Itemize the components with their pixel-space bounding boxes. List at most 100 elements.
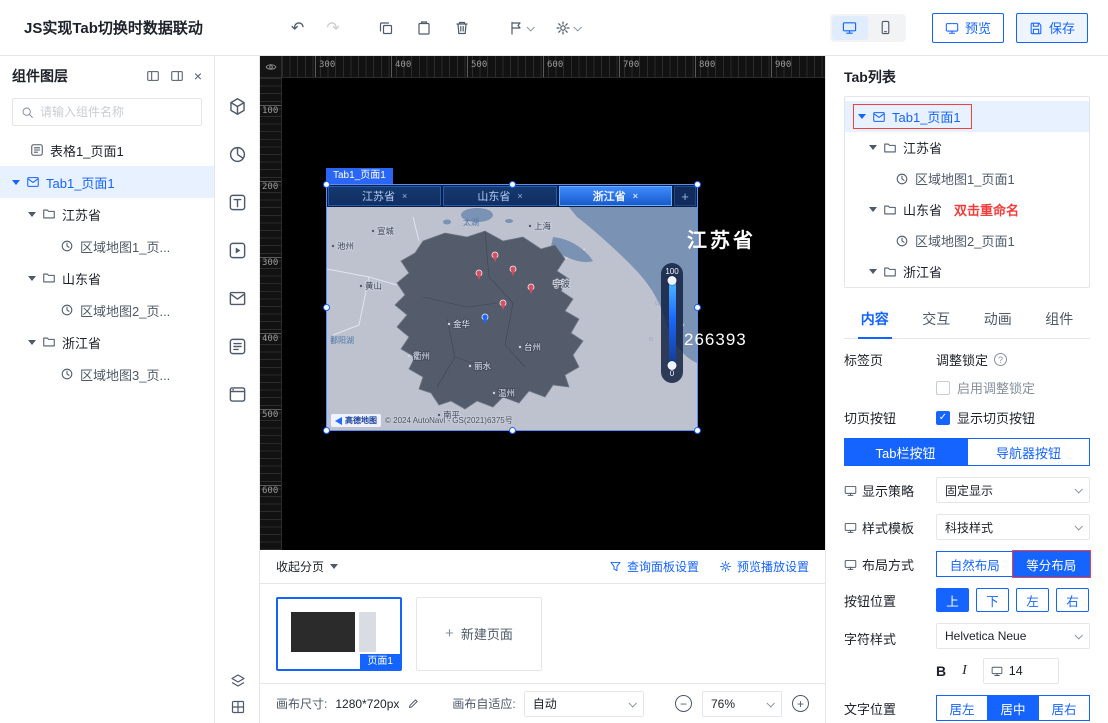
search-input[interactable] xyxy=(40,105,193,119)
navigator-button-option[interactable]: 导航器按钮 xyxy=(967,438,1090,466)
tab-interaction[interactable]: 交互 xyxy=(906,300,968,338)
zoom-in-button[interactable]: + xyxy=(792,695,809,712)
dock-right-icon[interactable] xyxy=(170,69,184,83)
caret-down-icon[interactable] xyxy=(858,114,866,119)
position-right-button[interactable]: 右 xyxy=(1056,588,1089,612)
style-template-select[interactable]: 科技样式 xyxy=(936,514,1090,540)
preview-button[interactable]: 预览 xyxy=(931,12,1004,43)
caret-down-icon[interactable] xyxy=(12,179,20,185)
save-button[interactable]: 保存 xyxy=(1015,12,1088,43)
tab-tree-item-tab1[interactable]: Tab1_页面1 xyxy=(845,101,1089,132)
caret-down-icon[interactable] xyxy=(869,207,877,212)
zoom-out-button[interactable]: − xyxy=(675,695,692,712)
close-panel-button[interactable]: × xyxy=(194,69,202,83)
undo-button[interactable]: ↶ xyxy=(291,18,304,38)
close-icon[interactable]: × xyxy=(402,191,407,201)
layout-natural-button[interactable]: 自然布局 xyxy=(936,551,1014,577)
tab-component[interactable]: 组件 xyxy=(1029,300,1091,338)
bold-button[interactable]: B xyxy=(936,663,946,679)
close-icon[interactable]: × xyxy=(517,191,522,201)
layout-equal-button[interactable]: 等分布局 xyxy=(1011,550,1091,578)
resize-handle[interactable] xyxy=(694,181,701,188)
dock-left-icon[interactable] xyxy=(146,69,160,83)
position-left-button[interactable]: 左 xyxy=(1016,588,1049,612)
tree-item-jiangsu[interactable]: 江苏省 xyxy=(0,198,214,230)
tree-item-map1[interactable]: 区域地图1_页... xyxy=(0,230,214,262)
canvas-tab-shandong[interactable]: 山东省 × xyxy=(443,186,557,206)
help-icon[interactable]: ? xyxy=(994,353,1008,366)
canvas-fit-select[interactable]: 自动 xyxy=(523,690,644,717)
tab-tree-item-map2[interactable]: 区域地图2_页面1 xyxy=(845,225,1089,256)
resize-handle[interactable] xyxy=(694,427,701,434)
resize-handle[interactable] xyxy=(508,427,516,434)
container-tool-button[interactable] xyxy=(215,370,260,418)
position-top-button[interactable]: 上 xyxy=(936,588,969,612)
tree-item-map2[interactable]: 区域地图2_页... xyxy=(0,294,214,326)
form-tool-button[interactable] xyxy=(215,322,260,370)
copy-button[interactable] xyxy=(378,20,394,36)
legend-knob-bottom[interactable] xyxy=(667,361,677,370)
caret-down-icon[interactable] xyxy=(28,339,36,345)
text-component-province[interactable]: 江苏省 xyxy=(687,224,756,253)
tree-item-zhejiang[interactable]: 浙江省 xyxy=(0,326,214,358)
caret-down-icon[interactable] xyxy=(28,211,36,217)
design-canvas[interactable]: Tab1_页面1 江苏省 × 山东省 × 浙江省 × + 太湖 宣城 池州 上海… xyxy=(282,78,825,550)
tab-tree-item-jiangsu[interactable]: 江苏省 xyxy=(845,132,1089,163)
paste-button[interactable] xyxy=(416,20,432,36)
grid-icon[interactable] xyxy=(230,699,246,715)
shape-tool-button[interactable] xyxy=(215,82,260,130)
tab-tree-item-zhejiang[interactable]: 浙江省 xyxy=(845,256,1089,287)
tree-item-table1[interactable]: 表格1_页面1 xyxy=(0,134,214,166)
chart-tool-button[interactable] xyxy=(215,130,260,178)
caret-down-icon[interactable] xyxy=(869,269,877,274)
resize-handle[interactable] xyxy=(323,427,330,434)
align-right-button[interactable]: 居右 xyxy=(1038,695,1090,721)
delete-button[interactable] xyxy=(454,20,470,36)
flag-dropdown-button[interactable] xyxy=(508,20,535,36)
text-component-value[interactable]: 266393 xyxy=(684,330,747,350)
zoom-select[interactable]: 76% xyxy=(702,690,782,717)
tab-content[interactable]: 内容 xyxy=(844,300,906,339)
eye-icon[interactable] xyxy=(265,61,277,73)
resize-handle[interactable] xyxy=(323,181,330,188)
align-left-button[interactable]: 居左 xyxy=(936,695,988,721)
legend-knob-top[interactable] xyxy=(667,276,677,285)
preview-play-settings-button[interactable]: 预览播放设置 xyxy=(719,558,809,575)
tree-item-map3[interactable]: 区域地图3_页... xyxy=(0,358,214,390)
tab-bar-button-option[interactable]: Tab栏按钮 xyxy=(844,438,967,466)
resize-handle[interactable] xyxy=(694,304,701,311)
tab-tree-item-map1[interactable]: 区域地图1_页面1 xyxy=(845,163,1089,194)
canvas-tab-zhejiang[interactable]: 浙江省 × xyxy=(558,186,672,206)
tab-animation[interactable]: 动画 xyxy=(967,300,1029,338)
query-panel-settings-button[interactable]: 查询面板设置 xyxy=(609,558,699,575)
media-tool-button[interactable] xyxy=(215,226,260,274)
settings-dropdown-button[interactable] xyxy=(555,20,582,36)
enable-adjust-lock-checkbox[interactable] xyxy=(936,380,950,395)
align-center-button[interactable]: 居中 xyxy=(987,695,1039,721)
tab-tree-item-shandong[interactable]: 山东省 双击重命名 xyxy=(845,194,1089,225)
resize-handle[interactable] xyxy=(508,181,516,188)
text-tool-button[interactable] xyxy=(215,178,260,226)
tree-item-shandong[interactable]: 山东省 xyxy=(0,262,214,294)
italic-button[interactable]: I xyxy=(962,663,967,679)
font-family-select[interactable]: Helvetica Neue xyxy=(936,623,1090,649)
collapse-pages-button[interactable]: 收起分页 xyxy=(276,558,339,575)
device-desktop-button[interactable] xyxy=(831,15,868,40)
canvas-tab-jiangsu[interactable]: 江苏省 × xyxy=(328,186,442,206)
edit-canvas-size-button[interactable] xyxy=(407,697,420,710)
display-strategy-select[interactable]: 固定显示 xyxy=(936,477,1090,503)
font-size-input[interactable]: 14 xyxy=(982,658,1059,684)
device-mobile-button[interactable] xyxy=(868,16,904,40)
show-switch-button-checkbox[interactable]: ✓ xyxy=(936,410,950,425)
new-page-button[interactable]: + 新建页面 xyxy=(416,596,542,671)
tab-component-selected[interactable]: Tab1_页面1 江苏省 × 山东省 × 浙江省 × + 太湖 宣城 池州 上海… xyxy=(323,168,701,434)
interact-tool-button[interactable] xyxy=(215,274,260,322)
resize-handle[interactable] xyxy=(323,304,330,311)
redo-button[interactable]: ↷ xyxy=(326,18,339,38)
caret-down-icon[interactable] xyxy=(28,275,36,281)
page-thumbnail-1[interactable]: 页面1 xyxy=(276,596,402,671)
position-bottom-button[interactable]: 下 xyxy=(976,588,1009,612)
close-icon[interactable]: × xyxy=(633,191,638,201)
legend-slider[interactable] xyxy=(667,276,677,370)
layers-icon[interactable] xyxy=(230,673,246,689)
